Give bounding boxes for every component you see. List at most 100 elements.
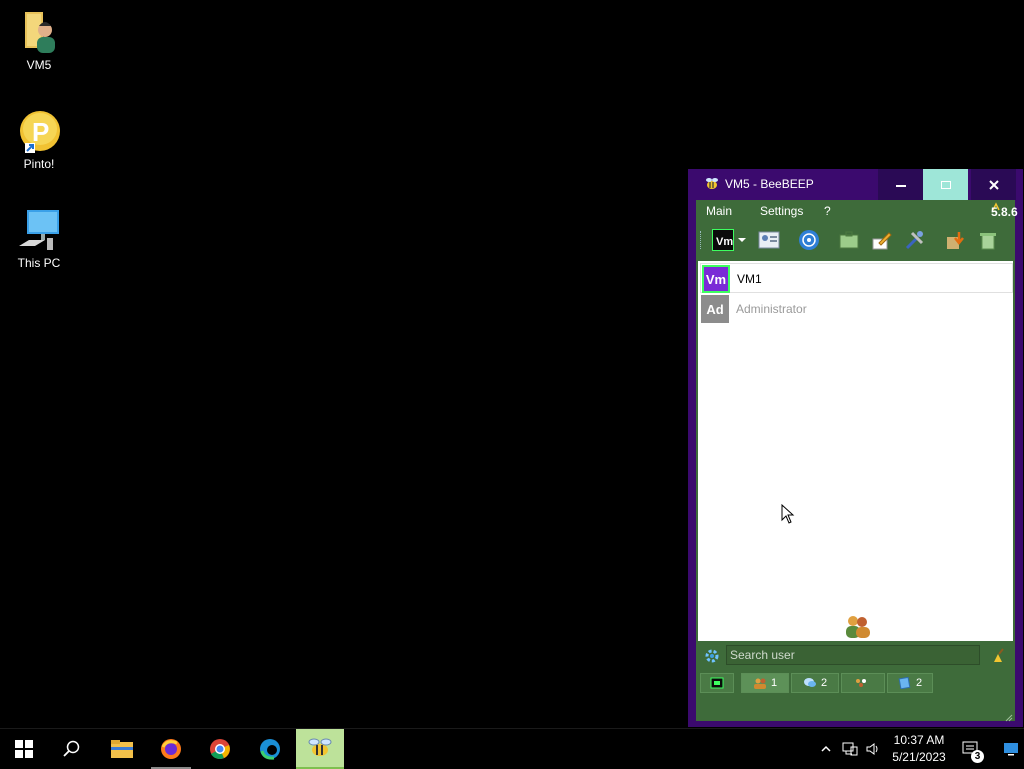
clock-date: 5/21/2023 [892,750,946,764]
notification-count-badge: 3 [971,750,984,763]
download-button[interactable] [944,229,966,251]
main-toolbar: Vm [696,222,1015,258]
action-center-button[interactable]: 3 [958,729,986,769]
close-icon [988,179,999,190]
search-button[interactable] [48,729,96,769]
minimize-button[interactable] [878,169,923,200]
tab-files[interactable]: 2 [887,673,933,693]
resize-grip[interactable] [1003,709,1013,722]
profile-card-icon [758,231,780,249]
write-message-button[interactable] [871,229,893,251]
download-icon [947,232,964,249]
window-titlebar[interactable]: VM5 - BeeBEEP [688,169,1023,200]
window-client-area: Main Settings ? 5.8.6 Vm Vm VM1 Ad Admin… [696,200,1018,722]
user-folder-icon [17,10,61,54]
tools-button[interactable] [904,229,926,251]
show-hidden-icons-button[interactable] [814,729,838,769]
vm-avatar-icon: Vm [716,236,733,248]
network-icon [842,742,858,756]
windows-logo-icon [15,740,33,758]
cursor-arrow-icon [781,503,795,524]
status-dropdown-button[interactable] [736,229,748,251]
minimize-icon [895,184,906,187]
tab-home[interactable] [700,673,734,693]
svg-text:P: P [32,117,49,147]
taskbar-file-explorer[interactable] [98,729,146,769]
tab-count: 1 [770,677,778,689]
desktop-icon-label: Pinto! [23,157,55,171]
desktop-icon-label: VM5 [26,58,52,72]
user-name: VM1 [737,272,762,286]
start-button[interactable] [0,729,48,769]
pinto-shortcut-icon: P [17,109,61,153]
version-label: 5.8.6 [991,201,1018,219]
firefox-icon [161,739,181,759]
tab-chats[interactable]: 2 [791,673,839,693]
clear-search-button[interactable] [990,648,1006,664]
my-status-button[interactable]: Vm [712,229,734,251]
menu-bar: Main Settings ? 5.8.6 [696,200,1018,222]
taskbar-firefox[interactable] [147,729,195,769]
desktop-icon-this-pc[interactable]: This PC [6,208,72,270]
mouse-cursor [781,503,795,524]
monitor-icon [710,677,724,689]
users-group-icon [842,613,872,639]
chat-icon [803,678,816,687]
window-title: VM5 - BeeBEEP [725,177,814,191]
toolbar-grip[interactable] [700,231,704,249]
computer-icon [17,208,61,252]
folder-icon [111,740,133,758]
maximize-button[interactable] [923,169,968,200]
speaker-icon [866,743,878,755]
search-input[interactable] [726,645,980,665]
clock-time: 10:37 AM [893,733,945,747]
desktop-icon-label: This PC [17,256,61,270]
desktop-icon-pinto[interactable]: P Pinto! [6,109,72,171]
user-row[interactable]: Ad Administrator [700,294,1012,323]
tab-groups[interactable] [841,673,885,693]
close-button[interactable] [971,169,1016,200]
tools-icon [905,231,924,250]
recycle-bin-button[interactable] [977,229,999,251]
users-icon [753,678,766,689]
add-group-button[interactable] [838,229,860,251]
svg-text:Vm: Vm [716,236,733,248]
menu-help[interactable]: ? [824,204,831,218]
taskbar-edge[interactable] [246,729,294,769]
briefcase-icon [839,231,859,249]
avatar: Vm [702,265,730,293]
network-status-button[interactable] [838,729,862,769]
chrome-icon [210,739,230,759]
network-button[interactable] [798,229,820,251]
bee-app-icon [308,738,332,756]
pencil-icon [872,232,892,250]
chevron-down-icon [738,238,746,242]
version-text: 5.8.6 [991,205,1018,219]
tab-users[interactable]: 1 [741,673,789,693]
user-list: Vm VM1 Ad Administrator [698,261,1013,641]
chevron-up-icon [821,745,831,752]
files-icon [898,677,911,689]
menu-main[interactable]: Main [706,204,732,218]
resize-grip-icon [1005,714,1013,722]
taskbar-clock[interactable]: 10:37 AM 5/21/2023 [884,732,954,766]
show-desktop-button[interactable] [998,729,1024,769]
edge-icon [260,739,280,760]
taskbar-chrome[interactable] [196,729,244,769]
tab-count: 2 [820,677,828,689]
profile-button[interactable] [758,229,780,251]
user-row[interactable]: Vm VM1 [700,263,1013,293]
beebeep-window: VM5 - BeeBEEP Main Settings ? 5.8.6 Vm V… [688,169,1023,727]
trash-icon [980,233,996,250]
tab-count: 2 [915,677,923,689]
broom-icon [994,648,1004,662]
bee-app-icon [705,177,719,191]
search-options-button[interactable] [704,648,720,664]
desktop-icon-vm5[interactable]: VM5 [6,10,72,72]
volume-button[interactable] [861,729,885,769]
menu-settings[interactable]: Settings [760,204,803,218]
taskbar-beebeep[interactable] [296,729,344,769]
broadcast-icon [799,230,819,250]
search-icon [63,740,80,757]
search-bar [696,642,1015,670]
